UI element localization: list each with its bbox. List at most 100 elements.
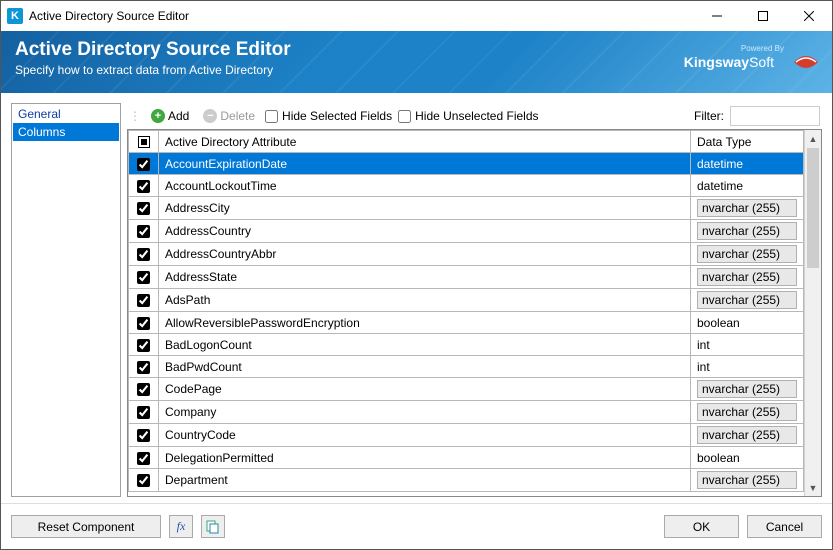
documentation-button[interactable]	[201, 515, 225, 538]
row-attribute-cell[interactable]: AddressCountryAbbr	[159, 243, 691, 266]
expression-button[interactable]: fx	[169, 515, 193, 538]
row-datatype-cell[interactable]: nvarchar (255)	[691, 243, 804, 266]
main-panel: ⋮ +Add −Delete Hide Selected Fields Hide…	[127, 103, 822, 497]
table-row[interactable]: AllowReversiblePasswordEncryptionboolean	[129, 312, 804, 334]
row-checkbox[interactable]	[137, 294, 150, 307]
row-checkbox-cell[interactable]	[129, 175, 159, 197]
ok-button[interactable]: OK	[664, 515, 739, 538]
row-datatype-cell[interactable]: boolean	[691, 312, 804, 334]
header-attribute[interactable]: Active Directory Attribute	[159, 131, 691, 153]
table-row[interactable]: AccountLockoutTimedatetime	[129, 175, 804, 197]
row-checkbox-cell[interactable]	[129, 469, 159, 492]
row-attribute-cell[interactable]: AddressState	[159, 266, 691, 289]
table-row[interactable]: CountryCodenvarchar (255)	[129, 424, 804, 447]
delete-button[interactable]: −Delete	[199, 107, 259, 125]
header-datatype[interactable]: Data Type	[691, 131, 804, 153]
row-attribute-cell[interactable]: BadPwdCount	[159, 356, 691, 378]
row-checkbox[interactable]	[137, 474, 150, 487]
table-row[interactable]: AddressCountryAbbrnvarchar (255)	[129, 243, 804, 266]
row-attribute-cell[interactable]: AdsPath	[159, 289, 691, 312]
row-checkbox[interactable]	[137, 202, 150, 215]
row-checkbox-cell[interactable]	[129, 447, 159, 469]
row-datatype-cell[interactable]: datetime	[691, 153, 804, 175]
row-checkbox-cell[interactable]	[129, 401, 159, 424]
row-checkbox-cell[interactable]	[129, 312, 159, 334]
row-checkbox-cell[interactable]	[129, 197, 159, 220]
row-checkbox[interactable]	[137, 383, 150, 396]
row-attribute-cell[interactable]: BadLogonCount	[159, 334, 691, 356]
header-select-all[interactable]	[129, 131, 159, 153]
table-row[interactable]: BadLogonCountint	[129, 334, 804, 356]
nav-item-general[interactable]: General	[13, 105, 119, 123]
row-datatype-cell[interactable]: nvarchar (255)	[691, 378, 804, 401]
nav-item-columns[interactable]: Columns	[13, 123, 119, 141]
row-checkbox-cell[interactable]	[129, 356, 159, 378]
row-checkbox[interactable]	[137, 361, 150, 374]
row-checkbox-cell[interactable]	[129, 153, 159, 175]
add-button[interactable]: +Add	[147, 107, 193, 125]
row-attribute-cell[interactable]: AccountExpirationDate	[159, 153, 691, 175]
reset-component-button[interactable]: Reset Component	[11, 515, 161, 538]
row-attribute-cell[interactable]: Department	[159, 469, 691, 492]
table-row[interactable]: Departmentnvarchar (255)	[129, 469, 804, 492]
hide-unselected-checkbox[interactable]: Hide Unselected Fields	[398, 109, 538, 123]
row-datatype-cell[interactable]: nvarchar (255)	[691, 424, 804, 447]
row-datatype-cell[interactable]: int	[691, 356, 804, 378]
scroll-thumb[interactable]	[807, 148, 819, 268]
delete-icon: −	[203, 109, 217, 123]
close-button[interactable]	[786, 1, 832, 31]
row-attribute-cell[interactable]: DelegationPermitted	[159, 447, 691, 469]
table-row[interactable]: AccountExpirationDatedatetime	[129, 153, 804, 175]
row-datatype-cell[interactable]: datetime	[691, 175, 804, 197]
row-checkbox-cell[interactable]	[129, 289, 159, 312]
row-datatype-cell[interactable]: nvarchar (255)	[691, 401, 804, 424]
row-checkbox[interactable]	[137, 158, 150, 171]
table-row[interactable]: AdsPathnvarchar (255)	[129, 289, 804, 312]
row-datatype-cell[interactable]: nvarchar (255)	[691, 289, 804, 312]
table-row[interactable]: AddressCountrynvarchar (255)	[129, 220, 804, 243]
table-row[interactable]: AddressStatenvarchar (255)	[129, 266, 804, 289]
row-attribute-cell[interactable]: CountryCode	[159, 424, 691, 447]
row-datatype-cell[interactable]: boolean	[691, 447, 804, 469]
table-row[interactable]: BadPwdCountint	[129, 356, 804, 378]
scroll-down-icon[interactable]: ▼	[805, 479, 821, 496]
minimize-button[interactable]	[694, 1, 740, 31]
row-attribute-cell[interactable]: AddressCountry	[159, 220, 691, 243]
row-datatype-cell[interactable]: nvarchar (255)	[691, 266, 804, 289]
table-row[interactable]: CodePagenvarchar (255)	[129, 378, 804, 401]
row-checkbox[interactable]	[137, 180, 150, 193]
row-checkbox-cell[interactable]	[129, 334, 159, 356]
row-datatype-cell[interactable]: nvarchar (255)	[691, 220, 804, 243]
row-attribute-cell[interactable]: AddressCity	[159, 197, 691, 220]
table-row[interactable]: AddressCitynvarchar (255)	[129, 197, 804, 220]
row-checkbox[interactable]	[137, 271, 150, 284]
row-checkbox[interactable]	[137, 225, 150, 238]
row-checkbox[interactable]	[137, 339, 150, 352]
row-checkbox-cell[interactable]	[129, 220, 159, 243]
row-attribute-cell[interactable]: AllowReversiblePasswordEncryption	[159, 312, 691, 334]
row-checkbox[interactable]	[137, 406, 150, 419]
row-checkbox[interactable]	[137, 248, 150, 261]
row-attribute-cell[interactable]: AccountLockoutTime	[159, 175, 691, 197]
row-datatype-cell[interactable]: nvarchar (255)	[691, 197, 804, 220]
row-checkbox-cell[interactable]	[129, 266, 159, 289]
scroll-up-icon[interactable]: ▲	[805, 130, 821, 147]
hide-selected-checkbox[interactable]: Hide Selected Fields	[265, 109, 392, 123]
table-row[interactable]: DelegationPermittedboolean	[129, 447, 804, 469]
row-checkbox[interactable]	[137, 429, 150, 442]
table-row[interactable]: Companynvarchar (255)	[129, 401, 804, 424]
maximize-button[interactable]	[740, 1, 786, 31]
row-attribute-cell[interactable]: Company	[159, 401, 691, 424]
filter-input[interactable]	[730, 106, 820, 126]
row-checkbox[interactable]	[137, 317, 150, 330]
row-datatype-cell[interactable]: nvarchar (255)	[691, 469, 804, 492]
row-checkbox-cell[interactable]	[129, 424, 159, 447]
content-area: General Columns ⋮ +Add −Delete Hide Sele…	[1, 93, 832, 503]
row-checkbox[interactable]	[137, 452, 150, 465]
row-checkbox-cell[interactable]	[129, 378, 159, 401]
row-datatype-cell[interactable]: int	[691, 334, 804, 356]
cancel-button[interactable]: Cancel	[747, 515, 822, 538]
vertical-scrollbar[interactable]: ▲ ▼	[804, 130, 821, 496]
row-checkbox-cell[interactable]	[129, 243, 159, 266]
row-attribute-cell[interactable]: CodePage	[159, 378, 691, 401]
